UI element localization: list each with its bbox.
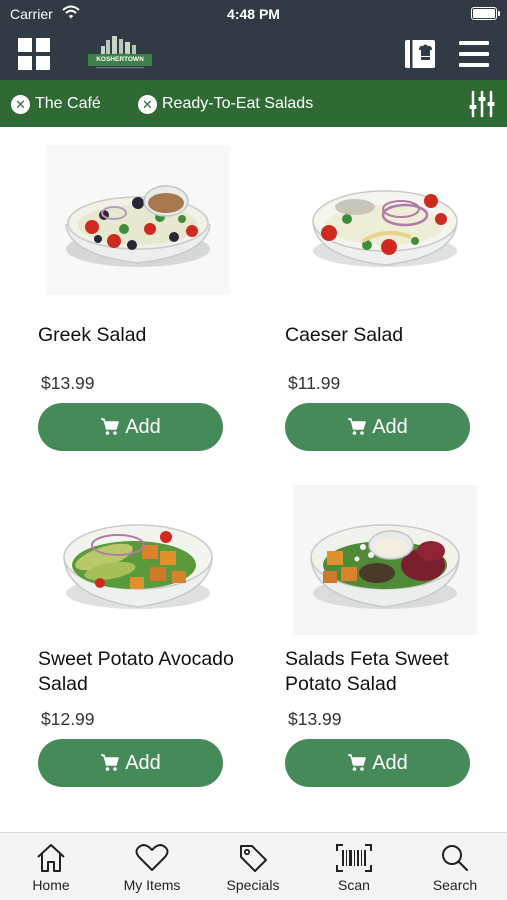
product-price: $12.99 — [41, 709, 95, 729]
add-to-cart-button[interactable]: Add — [285, 403, 470, 451]
product-card[interactable]: Salads Feta Sweet Potato Salad $13.99 Ad… — [285, 485, 485, 795]
recipe-book-icon[interactable] — [404, 38, 436, 70]
product-price: $13.99 — [41, 373, 95, 393]
bottom-tab-bar: Home My Items Specials Scan Search — [0, 832, 507, 900]
tab-my-items[interactable]: My Items — [102, 839, 202, 897]
add-button-label: Add — [125, 751, 161, 774]
add-button-label: Add — [125, 415, 161, 438]
product-price: $11.99 — [288, 373, 341, 393]
tab-label: My Items — [123, 877, 181, 893]
caeser-salad-image[interactable] — [293, 145, 477, 295]
home-icon — [37, 844, 65, 872]
product-name[interactable]: Greek Salad — [38, 323, 238, 348]
filter-chip-ready-to-eat-salads[interactable]: ✕ Ready-To-Eat Salads — [138, 92, 313, 116]
top-nav-bar: KOSHERTOWN — [0, 28, 507, 80]
tab-label: Scan — [338, 877, 370, 893]
add-to-cart-button[interactable]: Add — [38, 403, 223, 451]
filter-bar: ✕ The Café ✕ Ready-To-Eat Salads — [0, 80, 507, 127]
barcode-icon — [336, 844, 372, 872]
cart-icon — [101, 418, 119, 435]
add-button-label: Add — [372, 751, 408, 774]
add-to-cart-button[interactable]: Add — [285, 739, 470, 787]
svg-text:KOSHERTOWN: KOSHERTOWN — [96, 56, 144, 63]
tab-label: Specials — [226, 877, 280, 893]
product-card[interactable]: Caeser Salad $11.99 Add — [285, 145, 485, 455]
status-bar: Carrier 4:48 PM — [0, 0, 507, 28]
filter-chip-the-cafe[interactable]: ✕ The Café — [11, 92, 101, 116]
grid-menu-icon[interactable] — [18, 38, 50, 70]
tab-scan[interactable]: Scan — [304, 839, 404, 897]
status-time: 4:48 PM — [227, 6, 280, 22]
remove-filter-icon[interactable]: ✕ — [11, 94, 30, 114]
cart-icon — [348, 418, 366, 435]
battery-icon — [471, 7, 500, 20]
product-card[interactable]: Sweet Potato Avocado Salad $12.99 Add — [38, 485, 238, 795]
product-name[interactable]: Caeser Salad — [285, 323, 485, 348]
filter-chip-label: Ready-To-Eat Salads — [162, 95, 314, 112]
product-card[interactable]: Greek Salad $13.99 Add — [38, 145, 238, 455]
tab-search[interactable]: Search — [405, 839, 505, 897]
add-to-cart-button[interactable]: Add — [38, 739, 223, 787]
feta-sweet-potato-salad-image[interactable] — [293, 485, 477, 635]
product-price: $13.99 — [288, 709, 342, 729]
filter-sliders-icon[interactable] — [468, 90, 496, 118]
tag-icon — [240, 845, 267, 872]
cart-icon — [348, 754, 366, 771]
product-name[interactable]: Sweet Potato Avocado Salad — [38, 647, 238, 697]
cart-icon — [101, 754, 119, 771]
hamburger-menu-icon[interactable] — [458, 38, 490, 70]
koshertown-logo[interactable]: KOSHERTOWN — [86, 34, 154, 74]
product-name[interactable]: Salads Feta Sweet Potato Salad — [285, 647, 485, 697]
tab-home[interactable]: Home — [1, 839, 101, 897]
filter-chip-label: The Café — [35, 95, 101, 112]
search-icon — [442, 845, 469, 872]
heart-icon — [135, 844, 169, 871]
add-button-label: Add — [372, 415, 408, 438]
tab-specials[interactable]: Specials — [203, 839, 303, 897]
tab-label: Search — [432, 877, 478, 893]
greek-salad-image[interactable] — [46, 145, 230, 295]
remove-filter-icon[interactable]: ✕ — [138, 94, 157, 114]
sweet-potato-avocado-salad-image[interactable] — [46, 485, 230, 635]
tab-label: Home — [32, 877, 70, 893]
